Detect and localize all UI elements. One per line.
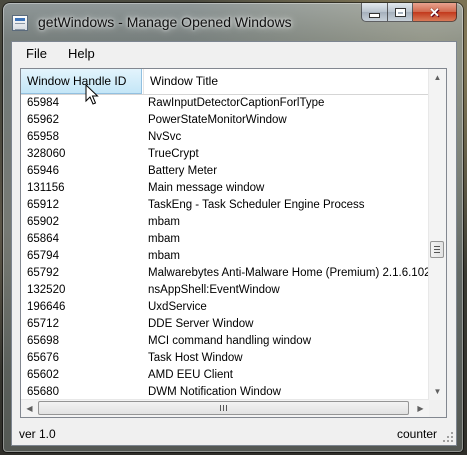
resize-grip-icon[interactable] — [442, 431, 454, 443]
row-window-title: Battery Meter — [148, 165, 218, 177]
window-client-area: File Help Window Handle ID Window Title … — [11, 41, 457, 446]
horizontal-scrollbar[interactable]: ◀ ▶ — [21, 399, 429, 417]
row-handle-id: 65946 — [27, 165, 59, 177]
row-window-title: nsAppShell:EventWindow — [148, 284, 280, 296]
menu-bar: File Help — [12, 42, 456, 66]
table-row[interactable]: 65984 RawInputDetectorCaptionForlType — [21, 95, 429, 112]
row-window-title: Malwarebytes Anti-Malware Home (Premium)… — [148, 267, 429, 279]
table-row[interactable]: 328060 TrueCrypt — [21, 146, 429, 163]
menu-help[interactable]: Help — [59, 42, 104, 66]
app-window-icon[interactable] — [12, 15, 28, 31]
table-row[interactable]: 196646 UxdService — [21, 299, 429, 316]
row-handle-id: 65958 — [27, 131, 59, 143]
window-title: getWindows - Manage Opened Windows — [38, 14, 292, 30]
table-row[interactable]: 65680 DWM Notification Window — [21, 384, 429, 398]
scroll-left-icon[interactable]: ◀ — [21, 400, 38, 417]
scrollbar-corner — [429, 400, 446, 417]
windows-list-view[interactable]: Window Handle ID Window Title 65984 RawIn… — [20, 68, 447, 418]
table-row[interactable]: 65792 Malwarebytes Anti-Malware Home (Pre… — [21, 265, 429, 282]
table-row[interactable]: 65902 mbam — [21, 214, 429, 231]
row-handle-id: 65984 — [27, 97, 59, 109]
row-handle-id: 65676 — [27, 352, 59, 364]
row-handle-id: 65712 — [27, 318, 59, 330]
row-window-title: UxdService — [148, 301, 207, 313]
title-bar[interactable]: getWindows - Manage Opened Windows ✕ — [3, 3, 463, 41]
caption-buttons: ✕ — [361, 3, 457, 22]
row-window-title: MCI command handling window — [148, 335, 311, 347]
table-row[interactable]: 65712 DDE Server Window — [21, 316, 429, 333]
status-version: ver 1.0 — [19, 427, 56, 441]
column-header-window-title[interactable]: Window Title — [143, 69, 429, 94]
table-row[interactable]: 65794 mbam — [21, 248, 429, 265]
table-row[interactable]: 65864 mbam — [21, 231, 429, 248]
row-handle-id: 328060 — [27, 148, 66, 160]
vertical-scrollbar[interactable]: ▲ ▼ — [428, 69, 446, 400]
row-window-title: TrueCrypt — [148, 148, 199, 160]
status-bar: ver 1.0 counter — [12, 422, 456, 445]
row-handle-id: 196646 — [27, 301, 66, 313]
row-handle-id: 65698 — [27, 335, 59, 347]
row-handle-id: 132520 — [27, 284, 66, 296]
table-row[interactable]: 65602 AMD EEU Client — [21, 367, 429, 384]
row-handle-id: 65902 — [27, 216, 59, 228]
row-window-title: RawInputDetectorCaptionForlType — [148, 97, 325, 109]
table-row[interactable]: 65958 NvSvc — [21, 129, 429, 146]
table-row[interactable]: 65676 Task Host Window — [21, 350, 429, 367]
row-handle-id: 65680 — [27, 386, 59, 398]
row-window-title: Main message window — [148, 182, 265, 194]
scroll-down-icon[interactable]: ▼ — [429, 383, 446, 400]
menu-file[interactable]: File — [12, 42, 56, 66]
row-handle-id: 65602 — [27, 369, 59, 381]
list-header: Window Handle ID Window Title — [21, 69, 429, 95]
table-row[interactable]: 65912 TaskEng - Task Scheduler Engine Pro… — [21, 197, 429, 214]
column-header-handle-id[interactable]: Window Handle ID — [21, 69, 142, 94]
vertical-scroll-thumb[interactable] — [430, 241, 444, 258]
row-window-title: AMD EEU Client — [148, 369, 233, 381]
row-handle-id: 65864 — [27, 233, 59, 245]
row-window-title: mbam — [148, 233, 180, 245]
close-button[interactable]: ✕ — [413, 3, 457, 22]
row-handle-id: 65912 — [27, 199, 59, 211]
row-window-title: TaskEng - Task Scheduler Engine Process — [148, 199, 365, 211]
minimize-icon — [369, 12, 380, 18]
close-icon: ✕ — [429, 4, 440, 20]
row-handle-id: 131156 — [27, 182, 65, 194]
table-row[interactable]: 65962 PowerStateMonitorWindow — [21, 112, 429, 129]
list-rows: 65984 RawInputDetectorCaptionForlType 659… — [21, 95, 429, 398]
table-row[interactable]: 65698 MCI command handling window — [21, 333, 429, 350]
app-window: getWindows - Manage Opened Windows ✕ Fil… — [3, 3, 463, 452]
row-handle-id: 65794 — [27, 250, 59, 262]
maximize-button[interactable] — [387, 3, 413, 22]
row-window-title: DDE Server Window — [148, 318, 254, 330]
row-handle-id: 65792 — [27, 267, 59, 279]
maximize-icon — [394, 7, 406, 17]
table-row[interactable]: 65946 Battery Meter — [21, 163, 429, 180]
table-row[interactable]: 131156 Main message window — [21, 180, 429, 197]
scroll-right-icon[interactable]: ▶ — [412, 400, 429, 417]
status-counter: counter — [396, 427, 437, 441]
scroll-up-icon[interactable]: ▲ — [429, 69, 446, 86]
row-window-title: PowerStateMonitorWindow — [148, 114, 287, 126]
table-row[interactable]: 132520 nsAppShell:EventWindow — [21, 282, 429, 299]
row-handle-id: 65962 — [27, 114, 59, 126]
row-window-title: NvSvc — [148, 131, 182, 143]
row-window-title: Task Host Window — [148, 352, 243, 364]
row-window-title: mbam — [148, 250, 180, 262]
row-window-title: DWM Notification Window — [148, 386, 281, 398]
row-window-title: mbam — [148, 216, 180, 228]
horizontal-scroll-thumb[interactable] — [38, 401, 409, 415]
minimize-button[interactable] — [361, 3, 387, 22]
